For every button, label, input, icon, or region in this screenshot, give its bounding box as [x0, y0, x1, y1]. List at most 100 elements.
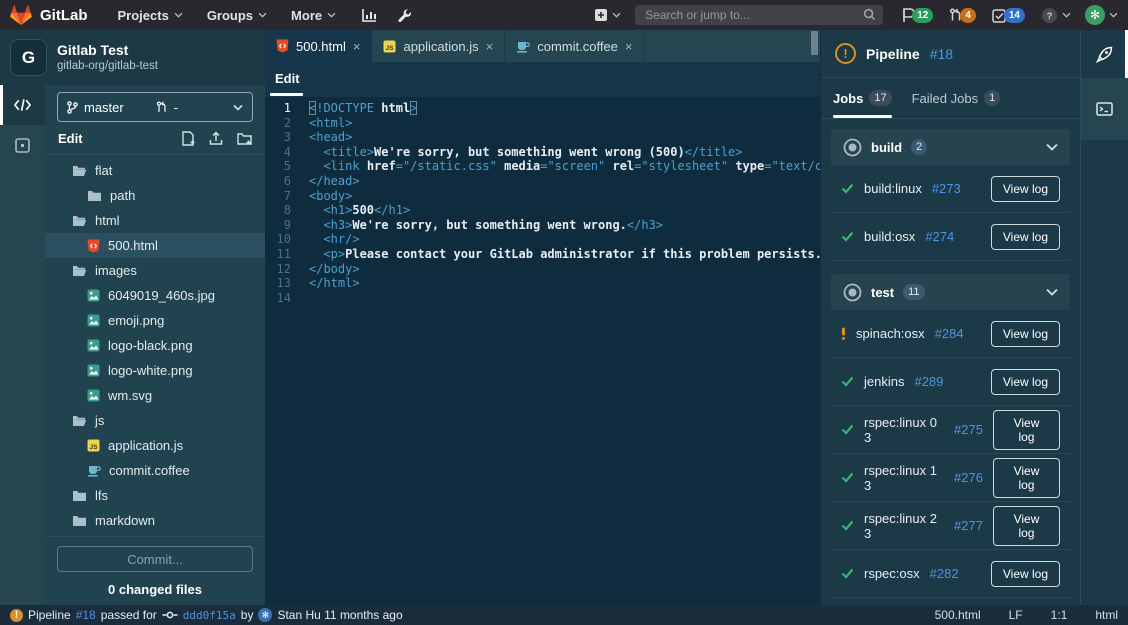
tree-item-html[interactable]: html: [45, 208, 265, 233]
ide-right-strip: [1080, 30, 1128, 605]
tree-item-logo-black-png[interactable]: logo-black.png: [45, 333, 265, 358]
menu-projects[interactable]: Projects: [118, 8, 183, 23]
image-icon: [87, 339, 100, 352]
folder-open-icon: [72, 415, 87, 427]
job-id-link[interactable]: #276: [954, 470, 983, 485]
new-menu-button[interactable]: [594, 8, 621, 22]
editor-mode-tab-edit[interactable]: Edit: [275, 71, 300, 86]
code-line[interactable]: 9 <h3>We're sorry, but something went wr…: [265, 218, 820, 233]
job-id-link[interactable]: #284: [935, 326, 964, 341]
code-line[interactable]: 5 <link href="/static.css" media="screen…: [265, 159, 820, 174]
tree-item-lfs[interactable]: lfs: [45, 483, 265, 508]
tree-item-6049019-460s-jpg[interactable]: 6049019_460s.jpg: [45, 283, 265, 308]
view-log-button[interactable]: View log: [991, 176, 1060, 202]
view-log-button[interactable]: View log: [991, 224, 1060, 250]
new-file-icon[interactable]: [181, 131, 195, 146]
tree-item-application-js[interactable]: JSapplication.js: [45, 433, 265, 458]
commit-sha-link[interactable]: ddd0f15a: [183, 609, 236, 622]
code-line[interactable]: 1<!DOCTYPE html>: [265, 101, 820, 116]
statusbar-eol[interactable]: LF: [1009, 608, 1023, 622]
editor-tab-500-html[interactable]: 500.html×: [265, 30, 372, 62]
close-tab-icon[interactable]: ×: [353, 40, 361, 53]
upload-file-icon[interactable]: [209, 131, 223, 146]
job-id-link[interactable]: #289: [914, 374, 943, 389]
line-number: 2: [265, 116, 309, 131]
job-id-link[interactable]: #275: [954, 422, 983, 437]
menu-more[interactable]: More: [291, 8, 336, 23]
job-status-success-icon: [841, 183, 854, 194]
pipeline-number-link[interactable]: #18: [930, 46, 953, 62]
close-tab-icon[interactable]: ×: [625, 40, 633, 53]
view-log-button[interactable]: View log: [991, 321, 1060, 347]
view-log-button[interactable]: View log: [993, 506, 1060, 546]
code-line[interactable]: 11 <p>Please contact your GitLab adminis…: [265, 247, 820, 262]
code-editor[interactable]: 1<!DOCTYPE html>2<html>3<head>4 <title>W…: [265, 97, 820, 605]
view-log-button[interactable]: View log: [993, 458, 1060, 498]
code-line[interactable]: 2<html>: [265, 116, 820, 131]
terminal-panel-button[interactable]: [1081, 78, 1128, 140]
tree-item-markdown[interactable]: markdown: [45, 508, 265, 533]
line-content: <hr/>: [309, 232, 360, 247]
admin-wrench-icon[interactable]: [397, 8, 412, 23]
view-log-button[interactable]: View log: [991, 369, 1060, 395]
code-line[interactable]: 12</body>: [265, 262, 820, 277]
code-line[interactable]: 8 <h1>500</h1>: [265, 203, 820, 218]
tree-item-flat[interactable]: flat: [45, 158, 265, 183]
activity-chart-icon[interactable]: [362, 8, 377, 22]
job-group-header-test[interactable]: test11: [831, 274, 1070, 310]
code-line[interactable]: 4 <title>We're sorry, but something went…: [265, 145, 820, 160]
job-group-header-build[interactable]: build2: [831, 129, 1070, 165]
view-log-button[interactable]: View log: [991, 561, 1060, 587]
tab-failed-jobs[interactable]: Failed Jobs 1: [912, 78, 1001, 118]
ide-left-strip: [0, 85, 45, 605]
job-name: rspec:linux 0 3: [864, 415, 944, 445]
tree-item-500-html[interactable]: 500.html: [45, 233, 265, 258]
tree-item-path[interactable]: path: [45, 183, 265, 208]
branch-selector[interactable]: master -: [57, 92, 253, 122]
user-menu-button[interactable]: ✻: [1085, 5, 1118, 25]
tree-item-logo-white-png[interactable]: logo-white.png: [45, 358, 265, 383]
code-line[interactable]: 13</html>: [265, 276, 820, 291]
pipelines-panel-button[interactable]: [1081, 30, 1128, 78]
new-folder-icon[interactable]: [237, 131, 252, 146]
line-content: </html>: [309, 276, 360, 291]
editor-tab-bar: 500.html×JSapplication.js×commit.coffee×: [265, 30, 820, 62]
tree-item-wm-svg[interactable]: wm.svg: [45, 383, 265, 408]
code-line[interactable]: 14: [265, 291, 820, 306]
code-line[interactable]: 10 <hr/>: [265, 232, 820, 247]
view-log-button[interactable]: View log: [993, 410, 1060, 450]
merge-requests-count-badge: 4: [960, 8, 976, 23]
editor-tab-commit-coffee[interactable]: commit.coffee×: [505, 30, 644, 62]
tree-item-images[interactable]: images: [45, 258, 265, 283]
editor-scrollbar[interactable]: [811, 31, 818, 55]
job-id-link[interactable]: #274: [925, 229, 954, 244]
file-name: emoji.png: [108, 313, 164, 328]
job-id-link[interactable]: #273: [932, 181, 961, 196]
statusbar-cursor-position[interactable]: 1:1: [1051, 608, 1068, 622]
tree-item-commit-coffee[interactable]: commit.coffee: [45, 458, 265, 483]
code-line[interactable]: 3<head>: [265, 130, 820, 145]
issues-button[interactable]: 12: [901, 8, 933, 23]
close-tab-icon[interactable]: ×: [486, 40, 494, 53]
menu-groups[interactable]: Groups: [207, 8, 267, 23]
tab-jobs[interactable]: Jobs 17: [833, 78, 892, 118]
code-line[interactable]: 7<body>: [265, 189, 820, 204]
job-id-link[interactable]: #282: [930, 566, 959, 581]
job-id-link[interactable]: #277: [954, 518, 983, 533]
commit-button[interactable]: Commit...: [57, 546, 253, 572]
review-mode-button[interactable]: [0, 125, 45, 165]
search-input[interactable]: [635, 5, 883, 25]
statusbar-language[interactable]: html: [1095, 608, 1118, 622]
gitlab-home-link[interactable]: GitLab: [10, 4, 88, 26]
tree-item-emoji-png[interactable]: emoji.png: [45, 308, 265, 333]
merge-requests-button[interactable]: 4: [949, 8, 976, 23]
help-menu-button[interactable]: ?: [1041, 7, 1071, 24]
project-header[interactable]: G Gitlab Test gitlab-org/gitlab-test: [0, 30, 265, 85]
code-line[interactable]: 6</head>: [265, 174, 820, 189]
todos-button[interactable]: 14: [992, 8, 1025, 23]
statusbar-pipeline-number-link[interactable]: #18: [76, 608, 96, 622]
edit-mode-button[interactable]: [0, 85, 45, 125]
tree-item-js[interactable]: js: [45, 408, 265, 433]
editor-tab-application-js[interactable]: JSapplication.js×: [372, 30, 505, 62]
statusbar-author-time: Stan Hu 11 months ago: [277, 608, 402, 622]
